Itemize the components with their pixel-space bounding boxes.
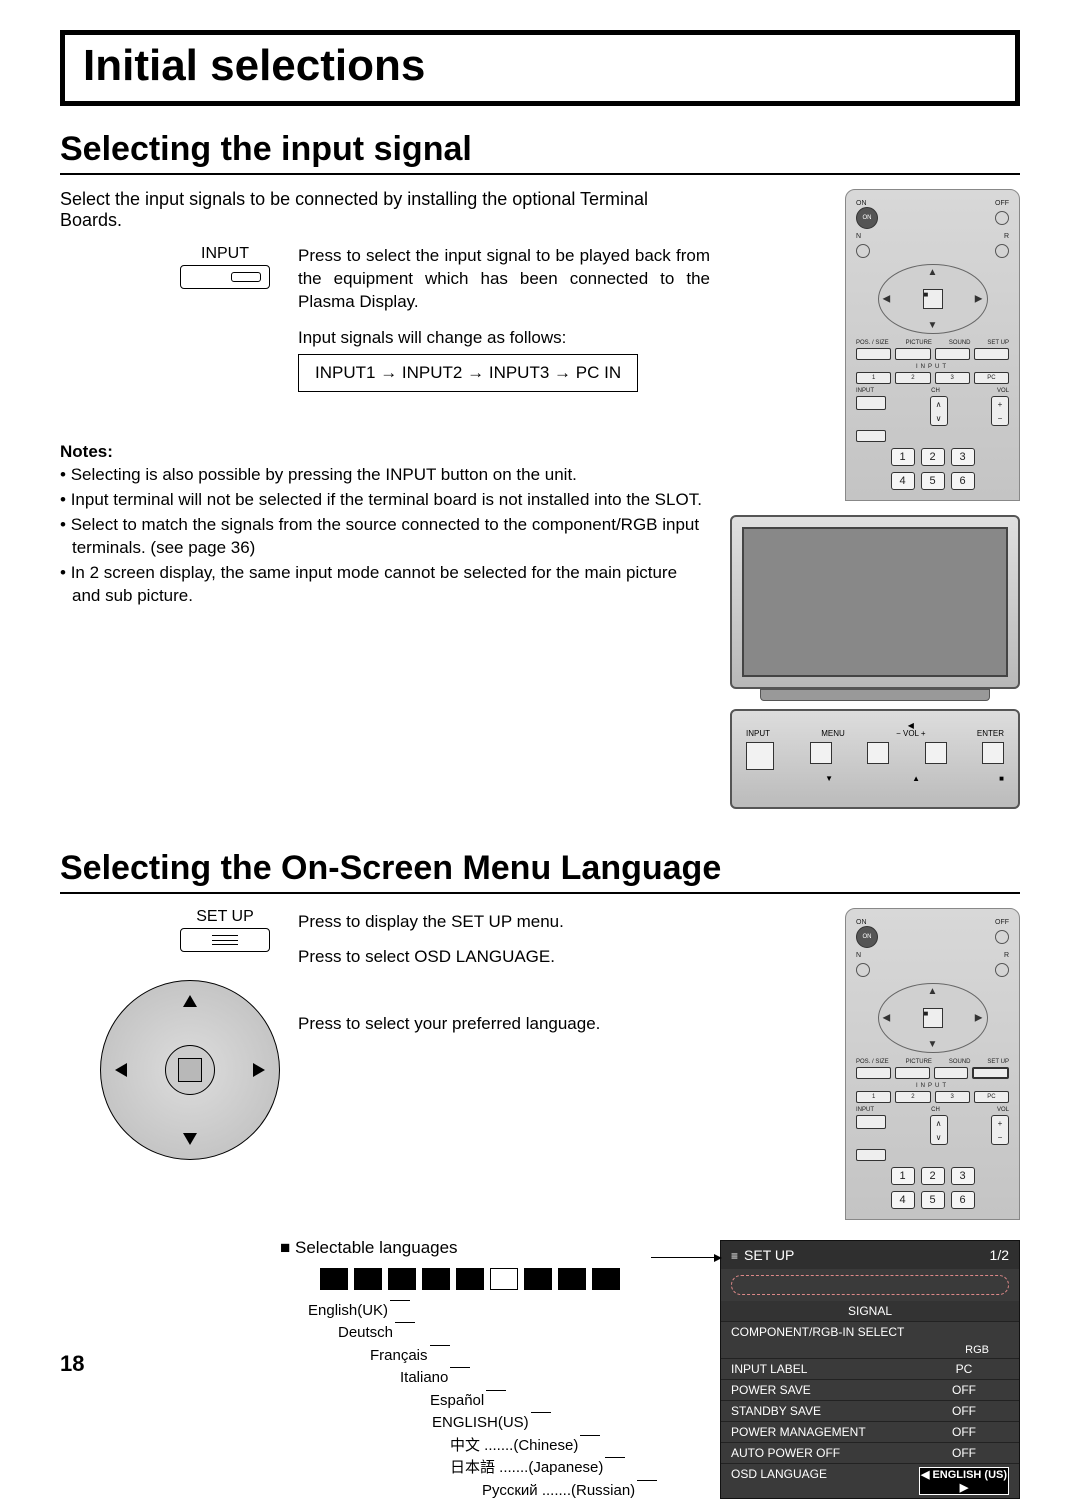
- note-item: Select to match the signals from the sou…: [60, 514, 710, 560]
- nav-circle-illustration: [100, 980, 280, 1160]
- input-button-text: Press to select the input signal to be p…: [298, 245, 710, 314]
- input-flow-box: INPUT1 → INPUT2 → INPUT3 → PC IN: [298, 354, 638, 392]
- selectable-languages-heading: ■ Selectable languages: [280, 1238, 700, 1258]
- remote-illustration: ON OFF ON NR ▲▼◀▶ ■ POS. / SIZEPICTURESO…: [845, 189, 1020, 501]
- tv-illustration: INPUT MENU ◀− VOL + ENTER ▼▲■: [730, 515, 1020, 809]
- dpad-icon: ▲▼◀▶ ■: [878, 264, 988, 334]
- step3-text: Press to select your preferred language.: [298, 1010, 600, 1037]
- language-list: English(UK) Deutsch Français Italiano Es…: [280, 1300, 700, 1502]
- power-on-icon: ON: [856, 207, 878, 229]
- section2-heading: Selecting the On-Screen Menu Language: [60, 849, 1020, 894]
- step2-text: Press to select OSD LANGUAGE.: [298, 943, 600, 970]
- notes-list: Selecting is also possible by pressing t…: [60, 464, 710, 608]
- setup-button-label: SET UP: [180, 908, 270, 926]
- flow-label: Input signals will change as follows:: [298, 328, 710, 348]
- remote-illustration-2: ON OFF ON NR ▲▼◀▶ ■ POS. / SIZEPICTURESO…: [845, 908, 1020, 1220]
- page-number: 18: [60, 1351, 84, 1377]
- step1-text: Press to display the SET UP menu.: [298, 908, 600, 935]
- input-button-illustration: INPUT: [180, 245, 270, 289]
- osd-signal: SIGNAL: [721, 1301, 1019, 1321]
- section1-intro: Select the input signals to be connected…: [60, 189, 710, 231]
- setup-button-illustration: SET UP: [180, 908, 270, 952]
- input-button-label: INPUT: [180, 245, 270, 263]
- power-on-icon: ON: [856, 926, 878, 948]
- notes-title: Notes:: [60, 442, 710, 462]
- osd-menu: ≡SET UP 1/2 SIGNAL COMPONENT/RGB-IN SELE…: [720, 1240, 1020, 1499]
- osd-rgb: RGB: [721, 1342, 1019, 1358]
- page-title: Initial selections: [83, 41, 997, 91]
- note-item: Selecting is also possible by pressing t…: [60, 464, 710, 487]
- language-color-boxes: [320, 1268, 700, 1290]
- osd-page: 1/2: [990, 1247, 1009, 1263]
- page-title-box: Initial selections: [60, 30, 1020, 106]
- note-item: Input terminal will not be selected if t…: [60, 489, 710, 512]
- power-off-icon: [995, 930, 1009, 944]
- leader-arrow-icon: [651, 1257, 721, 1258]
- power-off-icon: [995, 211, 1009, 225]
- dpad-icon: ▲▼◀▶ ■: [878, 983, 988, 1053]
- note-item: In 2 screen display, the same input mode…: [60, 562, 710, 608]
- section1-heading: Selecting the input signal: [60, 130, 1020, 175]
- osd-title: SET UP: [744, 1247, 794, 1263]
